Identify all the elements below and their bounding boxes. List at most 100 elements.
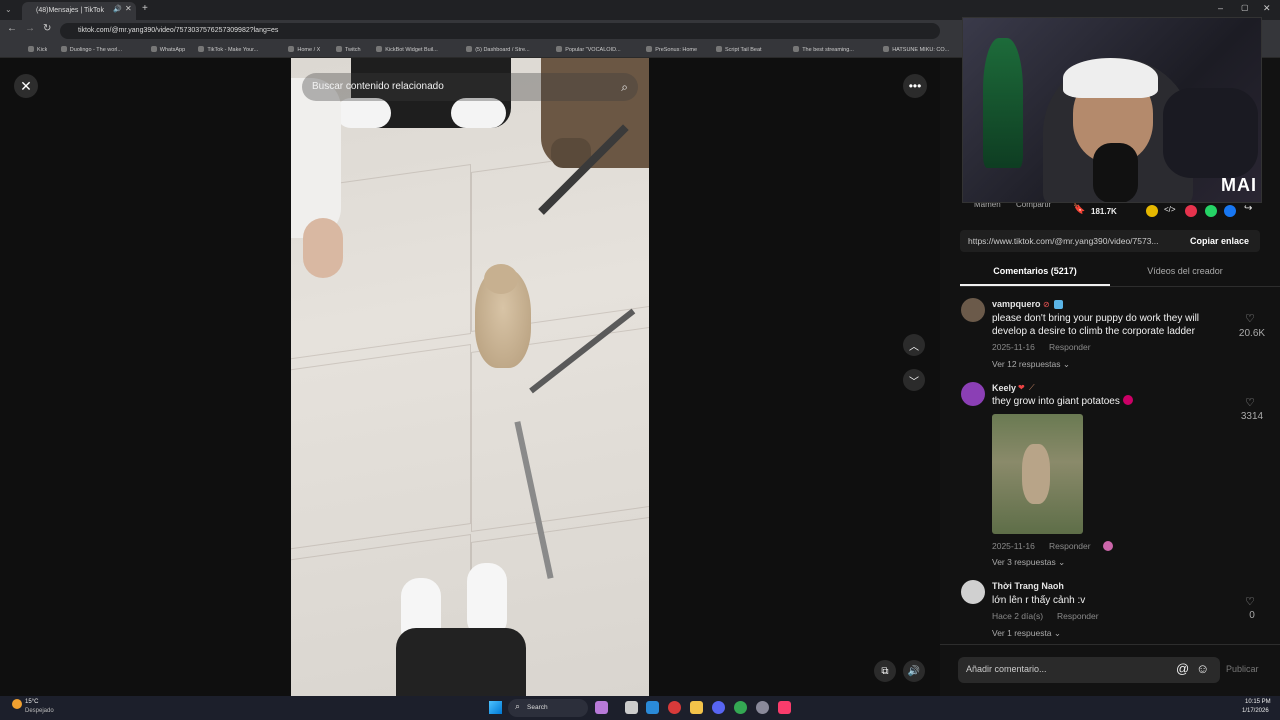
bookmark-item[interactable]: KickBot Widget Buil... bbox=[376, 42, 438, 58]
bookmarks-count: 181.7K bbox=[1091, 207, 1117, 216]
creator-liked-avatar bbox=[1103, 541, 1113, 551]
reply-button[interactable]: Responder bbox=[1049, 541, 1091, 551]
close-icon[interactable]: ✕ bbox=[14, 74, 38, 98]
shoe bbox=[467, 563, 507, 638]
task-view-icon[interactable] bbox=[625, 701, 638, 714]
like-heart-icon[interactable]: ♡ bbox=[1245, 595, 1255, 608]
tab-audio-icon[interactable]: 🔊 bbox=[113, 5, 122, 13]
avatar[interactable] bbox=[961, 580, 985, 604]
weather-temp[interactable]: 15°C bbox=[25, 699, 38, 705]
bookmark-item[interactable]: WhatsApp bbox=[151, 42, 185, 58]
person-legs-bottom bbox=[396, 628, 526, 696]
badge-icon: ⊘ bbox=[1043, 300, 1050, 309]
comment-input[interactable]: Añadir comentario... @ ☺ bbox=[958, 657, 1220, 683]
avatar[interactable] bbox=[961, 298, 985, 322]
comment-username[interactable]: Keely bbox=[992, 383, 1016, 393]
window-close-icon[interactable]: ✕ bbox=[1263, 3, 1271, 14]
previous-video-button[interactable]: ︿ bbox=[903, 334, 925, 356]
related-search-input[interactable]: Buscar contenido relacionado ⌕ bbox=[302, 73, 638, 101]
comment-text: they grow into giant potatoes bbox=[992, 395, 1222, 408]
next-video-button[interactable]: ﹀ bbox=[903, 369, 925, 391]
taskbar-search[interactable]: ⌕ Search bbox=[508, 699, 588, 717]
bookmark-item[interactable]: (5) Dashboard / Stre... bbox=[466, 42, 529, 58]
maximize-icon[interactable]: ▢ bbox=[1241, 3, 1249, 12]
like-count: 20.6K bbox=[1238, 328, 1266, 339]
publish-button[interactable]: Publicar bbox=[1226, 664, 1259, 674]
music-app-icon[interactable] bbox=[778, 701, 791, 714]
forward-icon[interactable]: → bbox=[25, 23, 35, 34]
bookmark-item[interactable]: Kick bbox=[28, 42, 47, 58]
chrome-icon[interactable] bbox=[734, 701, 747, 714]
action-row: Mamen Compartir 🔖 181.7K </> ↪ bbox=[960, 200, 1265, 222]
bookmark-item[interactable]: Duolingo - The worl... bbox=[61, 42, 122, 58]
bookmark-item[interactable]: Script Tail Beat bbox=[716, 42, 762, 58]
reply-button[interactable]: Responder bbox=[1049, 342, 1091, 352]
comment-username[interactable]: vampquero bbox=[992, 299, 1041, 309]
file-explorer-icon[interactable] bbox=[690, 701, 703, 714]
url-field[interactable]: tiktok.com/@mr.yang390/video/75730375762… bbox=[60, 23, 940, 39]
gem-icon bbox=[1054, 300, 1063, 309]
bookmark-item[interactable]: Popular "VOCALOID... bbox=[556, 42, 620, 58]
discord-icon[interactable] bbox=[712, 701, 725, 714]
more-dots-icon[interactable]: ••• bbox=[903, 74, 927, 98]
widgets-app-icon[interactable] bbox=[595, 701, 608, 714]
like-heart-icon[interactable]: ♡ bbox=[1245, 312, 1255, 325]
hand bbox=[303, 218, 343, 278]
drum-kit bbox=[1163, 88, 1258, 178]
mention-icon[interactable]: @ bbox=[1176, 661, 1189, 676]
comment-date: Hace 2 día(s) bbox=[992, 611, 1044, 621]
bookmark-item[interactable]: Twitch bbox=[336, 42, 361, 58]
comment-image[interactable] bbox=[992, 414, 1083, 534]
edge-browser-icon[interactable] bbox=[646, 701, 659, 714]
embed-icon[interactable]: </> bbox=[1164, 205, 1176, 214]
bookmark-item[interactable]: The best streaming... bbox=[793, 42, 854, 58]
tab-list-icon[interactable]: ⌄ bbox=[5, 5, 12, 14]
view-replies-button[interactable]: Ver 3 respuestas ⌄ bbox=[992, 557, 1065, 568]
bookmark-item[interactable]: HATSUNE MIKU: CO... bbox=[883, 42, 949, 58]
christmas-tree bbox=[983, 38, 1023, 168]
like-heart-icon[interactable]: ♡ bbox=[1245, 396, 1255, 409]
bookmark-item[interactable]: Home / X bbox=[288, 42, 320, 58]
back-icon[interactable]: ← bbox=[7, 23, 17, 34]
bookmark-icon[interactable]: 🔖 bbox=[1073, 204, 1085, 215]
search-icon[interactable]: ⌕ bbox=[621, 73, 628, 101]
start-icon[interactable] bbox=[489, 701, 502, 714]
volume-button[interactable]: 🔊 bbox=[903, 660, 925, 682]
view-replies-button[interactable]: Ver 1 respuesta ⌄ bbox=[992, 628, 1061, 639]
reload-icon[interactable]: ↻ bbox=[43, 23, 51, 34]
opera-browser-icon[interactable] bbox=[668, 701, 681, 714]
taskbar-time[interactable]: 10:15 PM bbox=[1245, 699, 1271, 705]
copy-link-button[interactable]: Copiar enlace bbox=[1190, 236, 1249, 246]
minimize-icon[interactable]: – bbox=[1218, 3, 1223, 13]
dog-in-image bbox=[1022, 444, 1050, 504]
video-link[interactable]: https://www.tiktok.com/@mr.yang390/video… bbox=[968, 236, 1159, 246]
emoji-picker-icon[interactable]: ☺ bbox=[1196, 661, 1209, 676]
new-tab-icon[interactable]: + bbox=[142, 3, 148, 14]
view-replies-button[interactable]: Ver 12 respuestas ⌄ bbox=[992, 359, 1070, 370]
webcam-overlay-text: MAI bbox=[1221, 175, 1257, 195]
comment-date: 2025-11-16 bbox=[992, 541, 1035, 551]
send-icon[interactable] bbox=[1185, 205, 1197, 217]
video-frame[interactable] bbox=[291, 58, 649, 696]
settings-gear-icon[interactable] bbox=[756, 701, 769, 714]
shoe bbox=[451, 98, 506, 128]
share-arrow-icon[interactable]: ↪ bbox=[1244, 203, 1252, 214]
weather-icon[interactable] bbox=[12, 699, 22, 709]
bookmark-item[interactable]: TikTok - Make Your... bbox=[198, 42, 258, 58]
bookmark-item[interactable]: PreSonus: Home bbox=[646, 42, 697, 58]
taskbar-search-icon: ⌕ bbox=[515, 701, 521, 711]
tab-close-icon[interactable]: ✕ bbox=[125, 4, 132, 13]
tab-comments[interactable]: Comentarios (5217) bbox=[960, 258, 1110, 286]
taskbar-date[interactable]: 1/17/2026 bbox=[1242, 708, 1269, 714]
avatar[interactable] bbox=[961, 382, 985, 406]
tab-creator-videos[interactable]: Vídeos del creador bbox=[1110, 258, 1260, 286]
pip-button[interactable]: ⧉ bbox=[874, 660, 896, 682]
sleeve bbox=[291, 78, 341, 238]
whatsapp-icon[interactable] bbox=[1205, 205, 1217, 217]
coin-icon[interactable] bbox=[1146, 205, 1158, 217]
feather-emoji-icon: ⟋ bbox=[1029, 383, 1035, 392]
view-replies-label: Ver 3 respuestas bbox=[992, 557, 1056, 567]
reply-button[interactable]: Responder bbox=[1057, 611, 1099, 621]
facebook-icon[interactable] bbox=[1224, 205, 1236, 217]
comment-username[interactable]: Thời Trang Naoh bbox=[992, 581, 1064, 591]
